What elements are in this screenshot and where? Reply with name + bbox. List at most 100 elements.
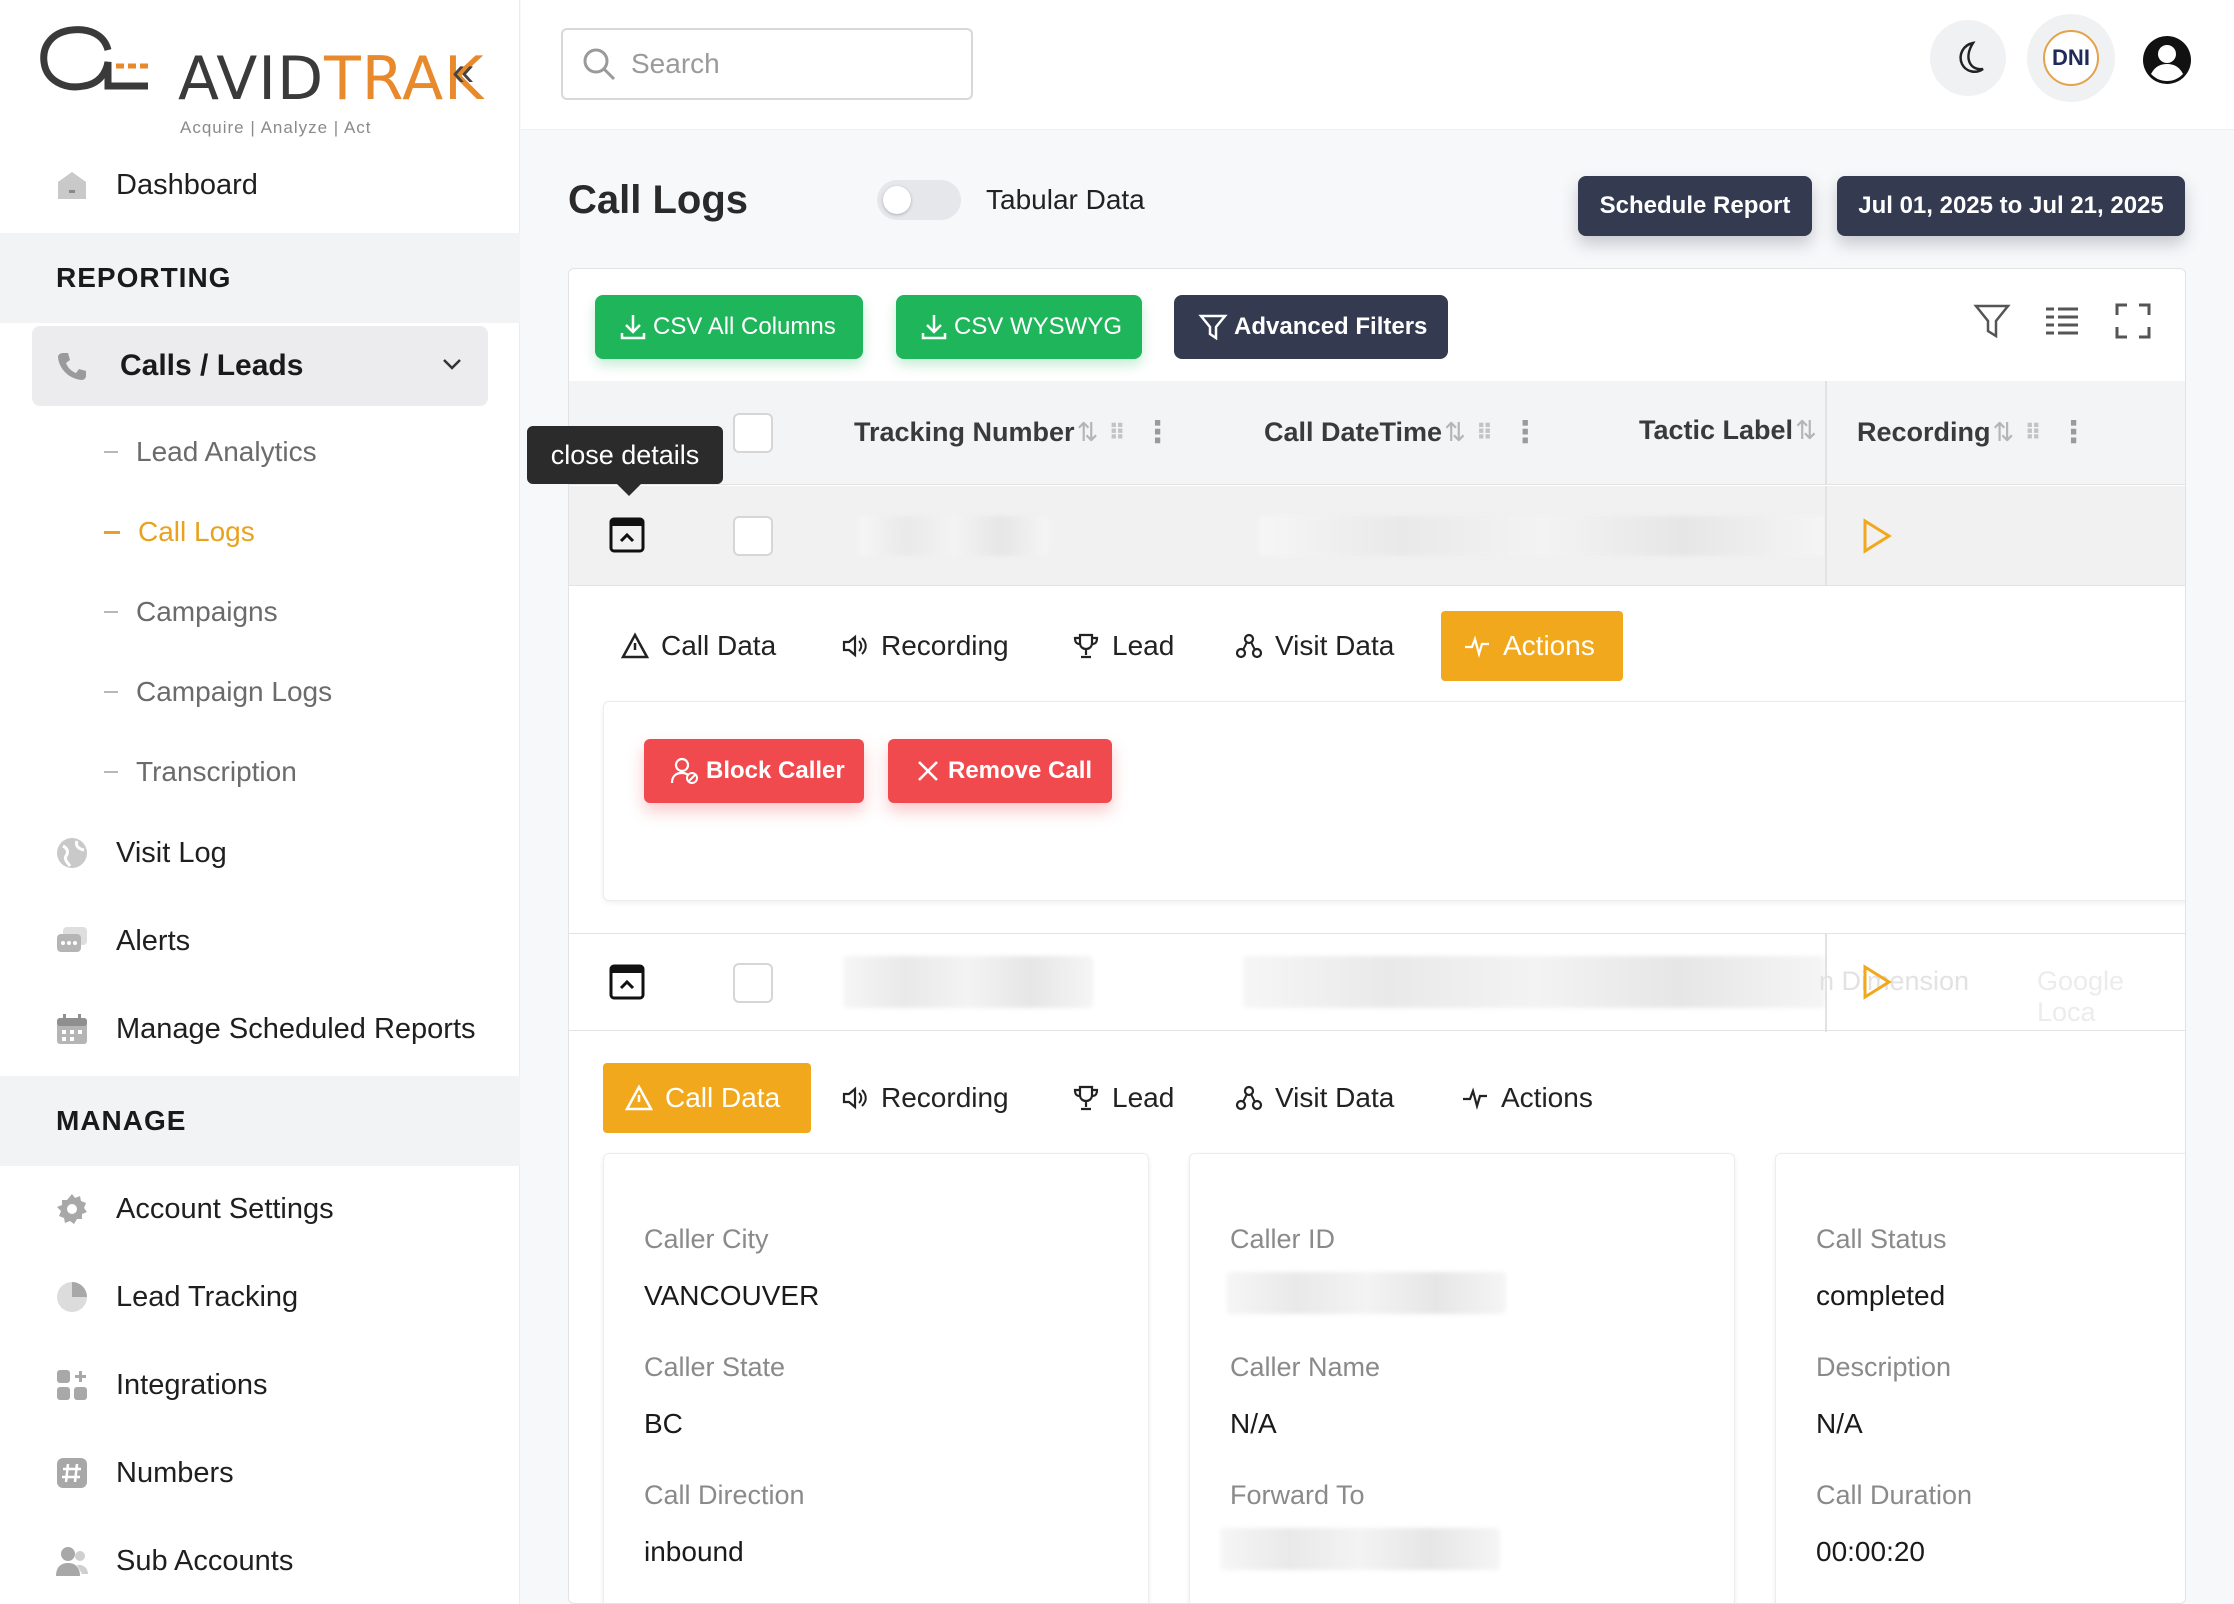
field-value: 00:00:20 (1816, 1536, 1925, 1567)
sidebar-item-scheduled-reports[interactable]: Manage Scheduled Reports (0, 994, 520, 1064)
section-header-reporting: REPORTING (0, 233, 520, 323)
sidebar-subitem-label: Transcription (136, 756, 297, 787)
field-value: completed (1816, 1280, 1946, 1311)
csv-wysiwyg-button[interactable]: CSV WYSWYG (896, 295, 1142, 359)
dni-button[interactable]: DNI (2027, 14, 2115, 102)
field-label: Caller State (644, 1352, 786, 1382)
sidebar-item-integrations[interactable]: Integrations (0, 1350, 520, 1420)
schedule-report-button[interactable]: Schedule Report (1578, 176, 1812, 236)
column-menu-icon[interactable]: ⋮ (1143, 415, 1173, 450)
column-title: Tactic Label (1639, 415, 1794, 445)
dni-badge: DNI (2043, 30, 2099, 86)
tab-call-data[interactable]: Call Data (603, 1063, 811, 1133)
sidebar-item-dashboard[interactable]: Dashboard (0, 150, 520, 220)
field-value: inbound (644, 1536, 744, 1567)
sidebar-item-sub-accounts[interactable]: Sub Accounts (0, 1526, 520, 1596)
select-all-checkbox[interactable] (733, 413, 773, 453)
column-menu-icon[interactable]: ⋮ (2059, 415, 2089, 450)
sidebar-subitem-lead-analytics[interactable]: Lead Analytics (104, 436, 317, 468)
tab-lead[interactable]: Lead (1072, 1063, 1174, 1133)
sidebar-subitem-transcription[interactable]: Transcription (104, 756, 297, 788)
sort-icon[interactable]: ⇅ (1795, 415, 1817, 446)
call-data-panel-status: Call Status completed Description N/A Ca… (1775, 1153, 2185, 1603)
user-account-button[interactable] (2141, 34, 2193, 91)
drag-handle-icon[interactable]: ⠿ (1108, 420, 1126, 446)
sidebar-subitem-call-logs[interactable]: Call Logs (104, 516, 255, 548)
tab-visit-data[interactable]: Visit Data (1235, 1063, 1394, 1133)
date-range-button[interactable]: Jul 01, 2025 to Jul 21, 2025 (1837, 176, 2185, 236)
users-icon (54, 1543, 90, 1579)
sidebar-subitem-campaigns[interactable]: Campaigns (104, 596, 278, 628)
sidebar-item-label: Integrations (116, 1368, 268, 1401)
play-recording-icon[interactable] (1861, 518, 1893, 554)
tab-visit-data[interactable]: Visit Data (1235, 611, 1394, 681)
page-title: Call Logs (568, 178, 749, 222)
column-filter-toggle[interactable] (1968, 297, 2016, 345)
sidebar-item-calls-leads[interactable]: Calls / Leads (32, 326, 488, 406)
sidebar-item-label: Account Settings (116, 1192, 334, 1225)
tab-recording[interactable]: Recording (841, 1063, 1009, 1133)
sidebar-item-numbers[interactable]: Numbers (0, 1438, 520, 1508)
sidebar-subitem-label: Campaign Logs (136, 676, 333, 707)
dark-mode-toggle[interactable] (1930, 20, 2006, 96)
column-title: Recording (1857, 417, 1991, 447)
tabular-data-toggle[interactable] (877, 180, 961, 220)
sidebar: AVIDTRAK Acquire | Analyze | Act « Dashb… (0, 0, 520, 1604)
tab-label: Actions (1503, 630, 1595, 661)
sidebar-item-visit-log[interactable]: Visit Log (0, 818, 520, 888)
block-caller-button[interactable]: Block Caller (644, 739, 864, 803)
row-checkbox[interactable] (733, 963, 773, 1003)
sidebar-item-alerts[interactable]: Alerts (0, 906, 520, 976)
network-icon (1235, 633, 1263, 659)
density-toggle[interactable] (2038, 297, 2086, 345)
tab-actions[interactable]: Actions (1441, 611, 1623, 681)
sort-icon[interactable]: ⇅ (1077, 417, 1099, 448)
csv-all-columns-button[interactable]: CSV All Columns (595, 295, 863, 359)
collapse-row-icon[interactable] (608, 516, 646, 554)
sidebar-item-lead-tracking[interactable]: Lead Tracking (0, 1262, 520, 1332)
download-icon (620, 315, 646, 340)
tab-recording[interactable]: Recording (841, 611, 1009, 681)
drag-handle-icon[interactable]: ⠿ (2024, 420, 2042, 446)
table-row[interactable]: n Dimension Google Loca (569, 933, 2185, 1032)
button-label: Remove Call (948, 757, 1093, 784)
column-call-datetime[interactable]: Call DateTime ⇅ ⠿ ⋮ (1264, 415, 1540, 450)
play-recording-icon[interactable] (1861, 964, 1893, 1000)
collapse-sidebar-icon[interactable]: « (452, 50, 474, 95)
hash-icon (54, 1455, 90, 1491)
tab-label: Actions (1501, 1082, 1593, 1113)
row-checkbox[interactable] (733, 516, 773, 556)
search-box[interactable] (561, 28, 973, 100)
tab-lead[interactable]: Lead (1072, 611, 1174, 681)
field-label: Forward To (1230, 1480, 1365, 1510)
dash-marker (104, 691, 118, 693)
chevron-down-icon (443, 359, 461, 370)
sidebar-subitem-campaign-logs[interactable]: Campaign Logs (104, 676, 332, 708)
sort-icon[interactable]: ⇅ (1444, 417, 1466, 448)
column-tracking-number[interactable]: Tracking Number ⇅ ⠿ ⋮ (854, 415, 1173, 450)
logo[interactable]: AVIDTRAK Acquire | Analyze | Act (38, 22, 483, 137)
tab-call-data[interactable]: Call Data (621, 611, 776, 681)
sticky-column-divider (1825, 381, 1827, 485)
search-input[interactable] (631, 48, 951, 80)
speaker-icon (842, 1086, 867, 1110)
warning-triangle-icon (625, 1084, 653, 1111)
advanced-filters-button[interactable]: Advanced Filters (1174, 295, 1448, 359)
tab-actions[interactable]: Actions (1461, 1063, 1593, 1133)
column-recording[interactable]: Recording ⇅ ⠿ ⋮ (1857, 415, 2089, 450)
moon-icon (1959, 41, 1984, 73)
sort-icon[interactable]: ⇅ (1993, 417, 2015, 448)
fullscreen-toggle[interactable] (2109, 297, 2157, 345)
table-row[interactable] (569, 486, 2185, 586)
field-value: VANCOUVER (644, 1280, 820, 1311)
sidebar-item-label: Sub Accounts (116, 1544, 294, 1577)
sidebar-item-account-settings[interactable]: Account Settings (0, 1174, 520, 1244)
column-tactic-label[interactable]: Tactic Label ⇅ (1639, 415, 1817, 446)
field-label: Call Direction (644, 1480, 805, 1510)
tabular-data-label: Tabular Data (986, 184, 1145, 215)
remove-call-button[interactable]: Remove Call (888, 739, 1112, 803)
column-menu-icon[interactable]: ⋮ (1510, 415, 1540, 450)
drag-handle-icon[interactable]: ⠿ (1476, 420, 1494, 446)
redacted-tracking-number (843, 956, 1093, 1008)
collapse-row-icon[interactable] (608, 963, 646, 1001)
